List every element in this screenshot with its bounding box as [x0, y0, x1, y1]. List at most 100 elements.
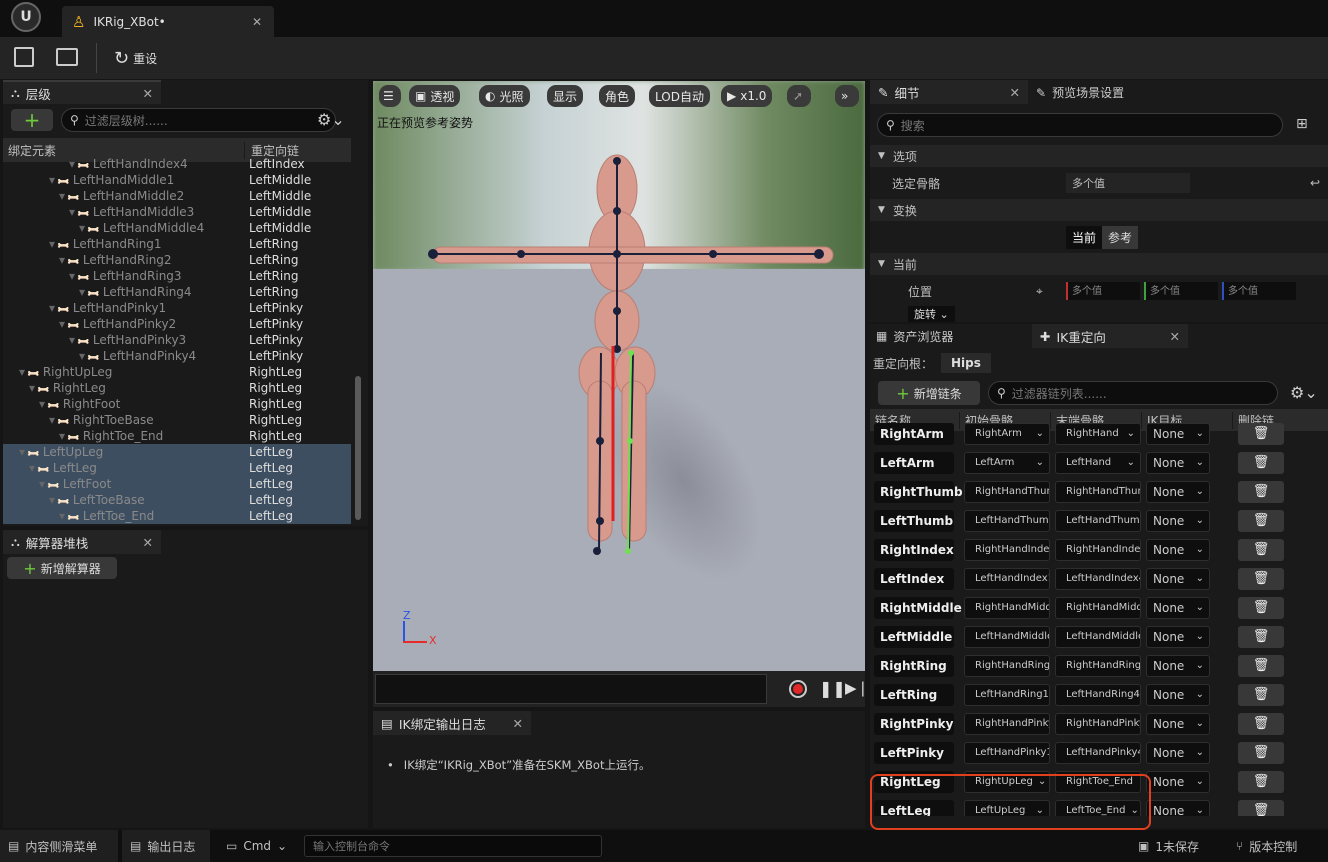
- position-y-field[interactable]: 多个值: [1144, 282, 1218, 300]
- delete-chain-button[interactable]: 🗑: [1238, 741, 1284, 764]
- close-icon[interactable]: ✕: [1010, 85, 1020, 100]
- section-options[interactable]: ▼ 选项: [870, 145, 1328, 167]
- ik-goal-dropdown[interactable]: None ⌄: [1146, 596, 1210, 619]
- hierarchy-row[interactable]: ▾ 🦴LeftToe_End LeftLeg: [3, 508, 351, 524]
- delete-chain-button[interactable]: 🗑: [1238, 683, 1284, 706]
- local-space-icon[interactable]: ⌖: [1036, 284, 1066, 299]
- delete-chain-button[interactable]: 🗑: [1238, 712, 1284, 735]
- close-icon[interactable]: ✕: [143, 86, 153, 101]
- unsaved-button[interactable]: ▣ 1未保存: [1138, 830, 1199, 862]
- end-bone-dropdown[interactable]: RightHand ⌄: [1055, 422, 1141, 445]
- lighting-button[interactable]: ◐ 光照: [479, 85, 530, 107]
- hierarchy-row[interactable]: ▾ 🦴RightToe_End RightLeg: [3, 428, 351, 446]
- lod-button[interactable]: LOD自动: [649, 85, 710, 107]
- hierarchy-row[interactable]: ▾ 🦴LeftHandRing3 LeftRing: [3, 268, 351, 286]
- hierarchy-row[interactable]: ▾ 🦴LeftHandPinky3 LeftPinky: [3, 332, 351, 350]
- hierarchy-row[interactable]: ▾ 🦴RightLeg RightLeg: [3, 380, 351, 398]
- start-bone-dropdown[interactable]: RightHandIndex⌄: [964, 538, 1050, 561]
- hierarchy-row[interactable]: ▾ 🦴LeftToeBase LeftLeg: [3, 492, 351, 509]
- position-z-field[interactable]: 多个值: [1222, 282, 1296, 300]
- delete-chain-button[interactable]: 🗑: [1238, 422, 1284, 445]
- start-bone-dropdown[interactable]: RightHandMidd⌄: [964, 596, 1050, 619]
- tree-expand-icon[interactable]: ▾: [59, 189, 69, 203]
- content-drawer-button[interactable]: ▤ 内容侧滑菜单: [0, 830, 118, 862]
- record-button[interactable]: [789, 680, 807, 698]
- tree-expand-icon[interactable]: ▾: [49, 493, 59, 507]
- asset-browser-tab[interactable]: ▦ 资产浏览器: [870, 324, 1028, 348]
- delete-chain-button[interactable]: 🗑: [1238, 596, 1284, 619]
- tree-expand-icon[interactable]: ▾: [49, 237, 59, 251]
- ik-retarget-tab[interactable]: ✚ IK重定向 ✕: [1032, 324, 1188, 348]
- console-input[interactable]: 输入控制台命令: [304, 835, 602, 857]
- chain-name-field[interactable]: LeftIndex: [874, 567, 954, 590]
- details-search-input[interactable]: ⚲ 搜索: [877, 113, 1283, 137]
- reference-toggle-button[interactable]: 参考: [1102, 226, 1139, 249]
- chain-name-field[interactable]: RightThumb: [874, 480, 963, 503]
- rotation-dropdown[interactable]: 旋转 ⌄: [908, 306, 955, 322]
- hierarchy-row[interactable]: ▾ 🦴LeftHandRing1 LeftRing: [3, 236, 351, 254]
- end-bone-dropdown[interactable]: LeftHand ⌄: [1055, 451, 1141, 474]
- hierarchy-row[interactable]: ▾ 🦴LeftHandRing4 LeftRing: [3, 284, 351, 302]
- end-bone-dropdown[interactable]: LeftHandMiddle⌄: [1055, 625, 1141, 648]
- ik-goal-dropdown[interactable]: None ⌄: [1146, 509, 1210, 532]
- delete-chain-button[interactable]: 🗑: [1238, 480, 1284, 503]
- tree-expand-icon[interactable]: ▾: [59, 509, 69, 523]
- ik-goal-dropdown[interactable]: None ⌄: [1146, 480, 1210, 503]
- source-control-button[interactable]: ⑂ 版本控制: [1236, 830, 1297, 862]
- close-icon[interactable]: ✕: [1170, 329, 1180, 344]
- hierarchy-search-input[interactable]: ⚲ 过滤层级树......: [61, 108, 336, 132]
- settings-gear-icon[interactable]: ⚙⌄: [1290, 383, 1318, 402]
- hierarchy-row[interactable]: ▾ 🦴LeftHandMiddle4 LeftMiddle: [3, 220, 351, 238]
- output-log-button[interactable]: ▤ 输出日志: [122, 830, 210, 862]
- step-forward-button[interactable]: ▶❘: [845, 679, 869, 697]
- chain-filter-input[interactable]: ⚲ 过滤器链列表......: [988, 381, 1278, 405]
- ik-goal-dropdown[interactable]: None ⌄: [1146, 451, 1210, 474]
- hierarchy-scrollbar[interactable]: [355, 376, 361, 520]
- delete-chain-button[interactable]: 🗑: [1238, 538, 1284, 561]
- save-icon[interactable]: [14, 47, 34, 67]
- start-bone-dropdown[interactable]: LeftHandPinky1⌄: [964, 741, 1050, 764]
- add-chain-button[interactable]: + 新增链条: [878, 381, 980, 405]
- show-button[interactable]: 显示: [547, 85, 584, 107]
- chain-name-field[interactable]: RightArm: [874, 422, 954, 445]
- close-icon[interactable]: ✕: [513, 716, 523, 731]
- tree-expand-icon[interactable]: ▾: [19, 365, 29, 379]
- hierarchy-row[interactable]: ▾ 🦴LeftHandPinky2 LeftPinky: [3, 316, 351, 334]
- hierarchy-row[interactable]: ▾ 🦴RightFoot RightLeg: [3, 396, 351, 414]
- current-toggle-button[interactable]: 当前: [1066, 226, 1103, 249]
- pause-button[interactable]: ❚❚: [819, 679, 846, 698]
- tree-expand-icon[interactable]: ▾: [29, 381, 39, 395]
- tree-expand-icon[interactable]: ▾: [59, 429, 69, 443]
- end-bone-dropdown[interactable]: RightHandIndex⌄: [1055, 538, 1141, 561]
- character-button[interactable]: 角色: [599, 85, 636, 107]
- select-mode-button[interactable]: ➚: [787, 85, 811, 107]
- end-bone-dropdown[interactable]: RightHandRing4⌄: [1055, 654, 1141, 677]
- ik-goal-dropdown[interactable]: None ⌄: [1146, 422, 1210, 445]
- tree-expand-icon[interactable]: ▾: [49, 413, 59, 427]
- delete-chain-button[interactable]: 🗑: [1238, 509, 1284, 532]
- end-bone-dropdown[interactable]: RightHandMidd⌄: [1055, 596, 1141, 619]
- tree-expand-icon[interactable]: ▾: [39, 397, 49, 411]
- details-tab[interactable]: ✎ 细节 ✕: [870, 80, 1028, 104]
- delete-chain-button[interactable]: 🗑: [1238, 567, 1284, 590]
- ik-goal-dropdown[interactable]: None ⌄: [1146, 770, 1210, 793]
- hierarchy-tab[interactable]: ⛬ 层级 ✕: [3, 80, 161, 104]
- retarget-root-value[interactable]: Hips: [941, 353, 991, 373]
- start-bone-dropdown[interactable]: RightHandPinky⌄: [964, 712, 1050, 735]
- start-bone-dropdown[interactable]: LeftHandRing1⌄: [964, 683, 1050, 706]
- hierarchy-row[interactable]: ▾ 🦴LeftHandIndex4 LeftIndex: [3, 156, 351, 174]
- tree-expand-icon[interactable]: ▾: [49, 301, 59, 315]
- close-icon[interactable]: ✕: [252, 15, 262, 29]
- hierarchy-row[interactable]: ▾ 🦴LeftHandRing2 LeftRing: [3, 252, 351, 270]
- table-view-icon[interactable]: ⊞: [1296, 116, 1308, 132]
- hierarchy-row[interactable]: ▾ 🦴LeftUpLeg LeftLeg: [3, 444, 351, 461]
- solver-tab[interactable]: ⛬ 解算器堆栈 ✕: [3, 530, 161, 554]
- chain-name-field[interactable]: LeftPinky: [874, 741, 954, 764]
- selected-bone-value[interactable]: 多个值: [1066, 173, 1190, 193]
- hierarchy-row[interactable]: ▾ 🦴LeftHandMiddle3 LeftMiddle: [3, 204, 351, 222]
- preview-scene-tab[interactable]: ✎ 预览场景设置: [1036, 84, 1124, 101]
- chain-name-field[interactable]: LeftThumb: [874, 509, 954, 532]
- asset-tab[interactable]: ♙ IKRig_XBot• ✕: [62, 6, 274, 37]
- end-bone-dropdown[interactable]: LeftHandPinky4⌄: [1055, 741, 1141, 764]
- end-bone-dropdown[interactable]: RightHandPinky⌄: [1055, 712, 1141, 735]
